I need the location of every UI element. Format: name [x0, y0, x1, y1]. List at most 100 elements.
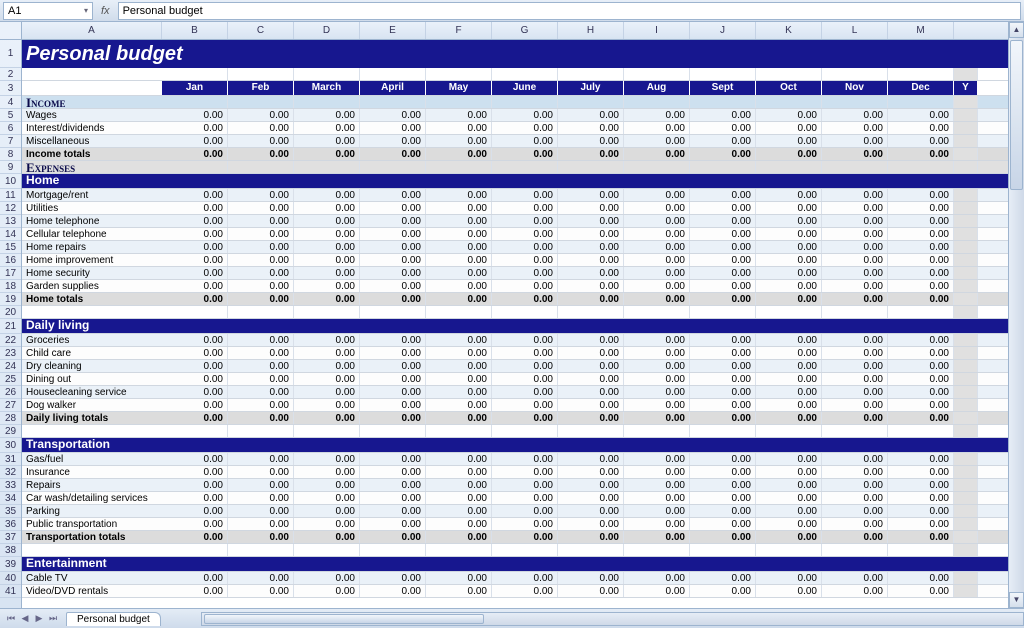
data-cell[interactable]: 0.00 [756, 453, 822, 465]
data-cell[interactable] [954, 293, 978, 305]
data-cell[interactable]: 0.00 [360, 254, 426, 266]
data-cell[interactable]: 0.00 [360, 215, 426, 227]
data-cell[interactable]: 0.00 [888, 334, 954, 346]
data-cell[interactable]: 0.00 [822, 202, 888, 214]
data-cell[interactable]: 0.00 [294, 585, 360, 597]
data-cell[interactable]: 0.00 [690, 293, 756, 305]
data-cell[interactable]: 0.00 [360, 492, 426, 504]
data-cell[interactable]: 0.00 [360, 518, 426, 530]
row-header[interactable]: 9 [0, 161, 21, 174]
data-cell[interactable]: 0.00 [426, 280, 492, 292]
data-cell[interactable] [690, 544, 756, 556]
data-cell[interactable]: 0.00 [888, 453, 954, 465]
data-cell[interactable]: 0.00 [822, 135, 888, 147]
data-cell[interactable]: 0.00 [426, 386, 492, 398]
row-header[interactable]: 17 [0, 267, 21, 280]
select-all-corner[interactable] [0, 22, 21, 40]
data-cell[interactable] [426, 68, 492, 80]
data-cell[interactable]: 0.00 [822, 334, 888, 346]
data-cell[interactable] [954, 267, 978, 279]
data-cell[interactable]: 0.00 [294, 531, 360, 543]
row-header[interactable]: 25 [0, 373, 21, 386]
data-cell[interactable]: 0.00 [360, 505, 426, 517]
data-cell[interactable]: 0.00 [162, 453, 228, 465]
data-cell[interactable]: 0.00 [624, 531, 690, 543]
row-header[interactable]: 18 [0, 280, 21, 293]
data-cell[interactable]: 0.00 [162, 135, 228, 147]
data-cell[interactable]: 0.00 [426, 572, 492, 584]
data-cell[interactable]: 0.00 [426, 399, 492, 411]
data-cell[interactable]: 0.00 [228, 280, 294, 292]
data-cell[interactable] [360, 544, 426, 556]
data-cell[interactable]: 0.00 [228, 453, 294, 465]
data-cell[interactable] [492, 96, 558, 108]
data-cell[interactable]: 0.00 [492, 572, 558, 584]
data-cell[interactable]: 0.00 [888, 135, 954, 147]
data-cell[interactable]: 0.00 [360, 280, 426, 292]
data-cell[interactable]: 0.00 [624, 241, 690, 253]
data-cell[interactable]: 0.00 [294, 241, 360, 253]
data-cell[interactable] [624, 306, 690, 318]
data-cell[interactable]: 0.00 [888, 492, 954, 504]
data-cell[interactable]: 0.00 [162, 479, 228, 491]
data-cell[interactable]: 0.00 [360, 373, 426, 385]
data-cell[interactable]: 0.00 [888, 122, 954, 134]
data-cell[interactable]: 0.00 [822, 189, 888, 201]
data-cell[interactable]: 0.00 [756, 241, 822, 253]
data-cell[interactable]: 0.00 [426, 412, 492, 424]
data-cell[interactable]: 0.00 [162, 572, 228, 584]
data-cell[interactable]: 0.00 [888, 267, 954, 279]
data-cell[interactable]: 0.00 [558, 399, 624, 411]
data-cell[interactable] [492, 425, 558, 437]
data-cell[interactable]: 0.00 [822, 453, 888, 465]
data-cell[interactable] [954, 109, 978, 121]
data-cell[interactable]: 0.00 [294, 189, 360, 201]
data-cell[interactable]: 0.00 [690, 466, 756, 478]
data-cell[interactable]: 0.00 [756, 228, 822, 240]
data-cell[interactable]: 0.00 [162, 360, 228, 372]
data-cell[interactable]: 0.00 [624, 228, 690, 240]
data-cell[interactable]: 0.00 [426, 215, 492, 227]
data-cell[interactable]: 0.00 [492, 267, 558, 279]
data-cell[interactable] [426, 96, 492, 108]
data-cell[interactable]: 0.00 [492, 360, 558, 372]
data-cell[interactable]: 0.00 [360, 347, 426, 359]
data-cell[interactable]: 0.00 [624, 135, 690, 147]
data-cell[interactable]: 0.00 [690, 399, 756, 411]
data-cell[interactable]: 0.00 [162, 492, 228, 504]
data-cell[interactable]: 0.00 [822, 572, 888, 584]
data-cell[interactable]: 0.00 [690, 135, 756, 147]
data-cell[interactable]: 0.00 [360, 585, 426, 597]
data-cell[interactable]: 0.00 [228, 334, 294, 346]
data-cell[interactable]: 0.00 [360, 122, 426, 134]
data-cell[interactable]: 0.00 [492, 241, 558, 253]
data-cell[interactable] [228, 544, 294, 556]
data-cell[interactable] [624, 96, 690, 108]
data-cell[interactable]: 0.00 [822, 505, 888, 517]
data-cell[interactable]: 0.00 [294, 148, 360, 160]
data-cell[interactable]: 0.00 [426, 492, 492, 504]
data-cell[interactable] [888, 425, 954, 437]
data-cell[interactable]: 0.00 [624, 360, 690, 372]
data-cell[interactable]: 0.00 [228, 293, 294, 305]
data-cell[interactable] [822, 425, 888, 437]
data-cell[interactable]: 0.00 [756, 360, 822, 372]
data-cell[interactable] [954, 148, 978, 160]
data-cell[interactable]: 0.00 [624, 572, 690, 584]
data-cell[interactable]: 0.00 [360, 189, 426, 201]
data-cell[interactable] [954, 280, 978, 292]
data-cell[interactable]: 0.00 [690, 228, 756, 240]
col-header[interactable]: K [756, 22, 822, 39]
data-cell[interactable]: 0.00 [624, 518, 690, 530]
data-cell[interactable]: 0.00 [756, 254, 822, 266]
data-cell[interactable]: 0.00 [492, 215, 558, 227]
row-header[interactable]: 31 [0, 453, 21, 466]
data-cell[interactable]: 0.00 [360, 466, 426, 478]
data-cell[interactable]: 0.00 [558, 293, 624, 305]
data-cell[interactable] [954, 479, 978, 491]
data-cell[interactable]: 0.00 [558, 228, 624, 240]
data-cell[interactable]: 0.00 [492, 386, 558, 398]
data-cell[interactable]: 0.00 [558, 267, 624, 279]
data-cell[interactable]: 0.00 [756, 135, 822, 147]
data-cell[interactable]: 0.00 [294, 360, 360, 372]
